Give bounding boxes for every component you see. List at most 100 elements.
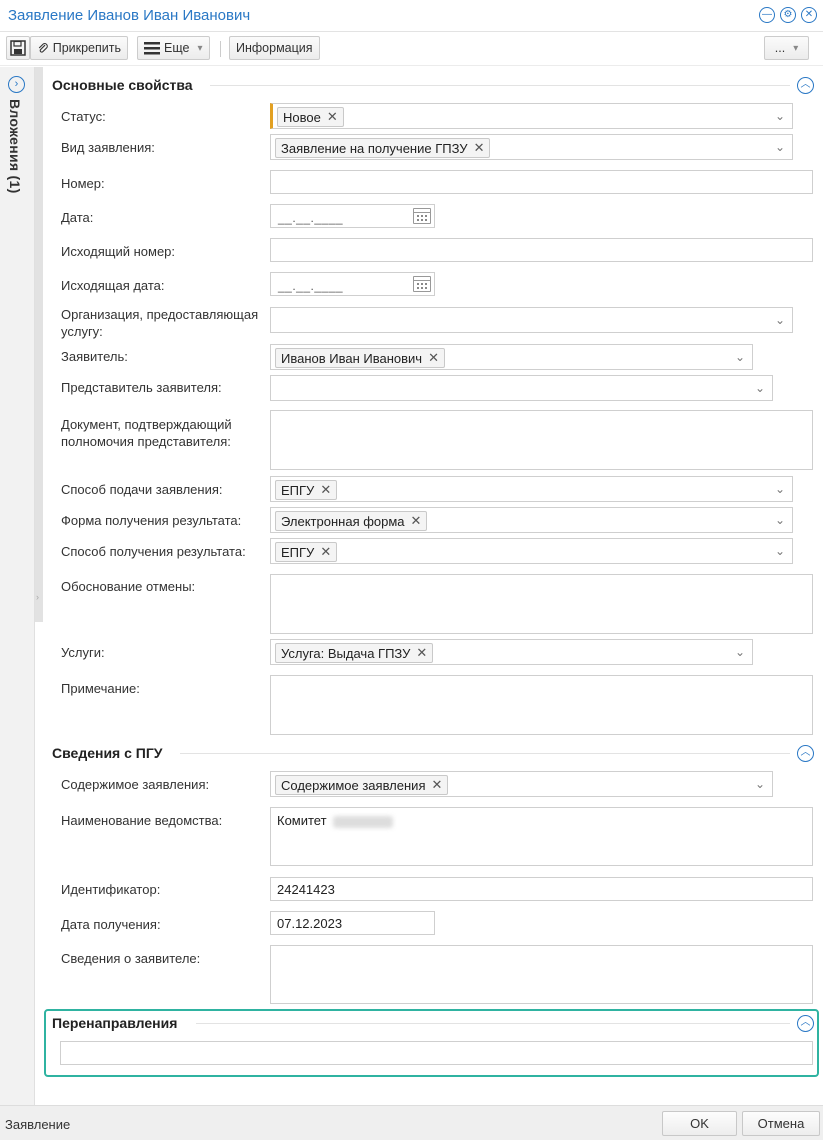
chevron-down-icon[interactable]: ⌄ (774, 544, 786, 558)
content-select[interactable]: Содержимое заявления ✕ ⌄ (270, 771, 773, 797)
chevron-down-icon[interactable]: ⌄ (734, 350, 746, 364)
ellipsis-button[interactable]: ... ▾ (764, 36, 809, 60)
out-number-label: Исходящий номер: (61, 244, 176, 259)
attachments-sidebar: › Вложения (1) (0, 67, 35, 1105)
info-button[interactable]: Информация (229, 36, 320, 60)
result-method-label: Способ получения результата: (61, 544, 246, 559)
type-label: Вид заявления: (61, 140, 155, 155)
chevron-down-icon: ▾ (197, 42, 203, 54)
representative-select[interactable]: ⌄ (270, 375, 773, 401)
calendar-icon[interactable] (413, 276, 431, 292)
services-select[interactable]: Услуга: Выдача ГПЗУ ✕ ⌄ (270, 639, 753, 665)
remove-chip-icon[interactable]: ✕ (320, 544, 331, 560)
collapse-pgu-icon[interactable]: ︿ (797, 745, 814, 762)
chevron-down-icon[interactable]: ⌄ (774, 140, 786, 154)
agency-textarea[interactable]: Комитет (270, 807, 813, 866)
identifier-input[interactable]: 24241423 (270, 877, 813, 901)
result-form-select[interactable]: Электронная форма ✕ ⌄ (270, 507, 793, 533)
result-form-label: Форма получения результата: (61, 513, 242, 528)
services-chip: Услуга: Выдача ГПЗУ ✕ (275, 643, 434, 663)
remove-chip-icon[interactable]: ✕ (411, 513, 422, 529)
redacted-text (332, 815, 393, 828)
applicant-select[interactable]: Иванов Иван Иванович ✕ ⌄ (270, 344, 753, 370)
status-chip: Новое ✕ (277, 107, 344, 127)
out-number-input[interactable] (270, 238, 813, 262)
agency-value: Комитет (277, 813, 393, 828)
cancel-reason-label: Обоснование отмены: (61, 579, 196, 594)
window-title: Заявление Иванов Иван Иванович (8, 7, 251, 24)
section-title-pgu: Сведения с ПГУ (52, 745, 163, 761)
note-textarea[interactable] (270, 675, 813, 735)
save-button[interactable] (6, 36, 30, 60)
settings-icon[interactable]: ⚙ (780, 7, 796, 23)
received-date-input[interactable]: 07.12.2023 (270, 911, 435, 935)
remove-chip-icon[interactable]: ✕ (320, 482, 331, 498)
doc-label: Документ, подтверждающий полномочия пред… (61, 417, 232, 449)
identifier-label: Идентификатор: (61, 882, 161, 897)
received-date-label: Дата получения: (61, 917, 161, 932)
representative-label: Представитель заявителя: (61, 380, 222, 395)
more-label: Еще (164, 41, 190, 55)
doc-textarea[interactable] (270, 410, 813, 470)
date-label: Дата: (61, 210, 94, 225)
number-input[interactable] (270, 170, 813, 194)
org-label: Организация, предоставляющая услугу: (61, 307, 259, 339)
type-select[interactable]: Заявление на получение ГПЗУ ✕ ⌄ (270, 134, 793, 160)
section-divider (210, 85, 790, 86)
info-label: Информация (236, 41, 313, 55)
out-date-label: Исходящая дата: (61, 278, 165, 293)
cancel-reason-textarea[interactable] (270, 574, 813, 634)
submit-method-select[interactable]: ЕПГУ ✕ ⌄ (270, 476, 793, 502)
content-label: Содержимое заявления: (61, 777, 210, 792)
menu-icon (144, 42, 160, 55)
services-label: Услуги: (61, 645, 105, 660)
chevron-down-icon[interactable]: ⌄ (734, 645, 746, 659)
status-bar: Заявление OK Отмена (0, 1105, 823, 1140)
section-title-main: Основные свойства (52, 77, 193, 93)
chevron-down-icon[interactable]: ⌄ (754, 777, 766, 791)
remove-chip-icon[interactable]: ✕ (474, 140, 485, 156)
calendar-icon[interactable] (413, 208, 431, 224)
result-form-chip: Электронная форма ✕ (275, 511, 428, 531)
close-icon[interactable]: ✕ (801, 7, 817, 23)
toolbar: Прикрепить Еще ▾ Информация ... ▾ (0, 32, 823, 66)
attach-button[interactable]: Прикрепить (30, 36, 128, 60)
status-label: Статус: (61, 109, 106, 124)
applicant-label: Заявитель: (61, 349, 128, 364)
section-title-redirect: Перенаправления (52, 1015, 178, 1031)
remove-chip-icon[interactable]: ✕ (327, 109, 338, 125)
splitter[interactable] (35, 67, 43, 622)
content-chip: Содержимое заявления ✕ (275, 775, 449, 795)
cancel-button[interactable]: Отмена (742, 1111, 820, 1136)
ok-button[interactable]: OK (662, 1111, 737, 1136)
org-select[interactable]: ⌄ (270, 307, 793, 333)
status-select[interactable]: Новое ✕ ⌄ (270, 103, 793, 129)
splitter-arrow-icon[interactable]: › (36, 592, 39, 602)
expand-sidebar-icon[interactable]: › (8, 76, 25, 93)
date-input[interactable]: __.__.____ (270, 204, 435, 228)
applicant-info-label: Сведения о заявителе: (61, 951, 201, 966)
chevron-down-icon: ▾ (793, 42, 799, 54)
minimize-icon[interactable]: — (759, 7, 775, 23)
title-bar: Заявление Иванов Иван Иванович — ⚙ ✕ (0, 0, 823, 32)
attachments-label[interactable]: Вложения (1) (7, 99, 23, 194)
applicant-info-textarea[interactable] (270, 945, 813, 1004)
result-method-select[interactable]: ЕПГУ ✕ ⌄ (270, 538, 793, 564)
chevron-down-icon[interactable]: ⌄ (774, 313, 786, 327)
collapse-main-icon[interactable]: ︿ (797, 77, 814, 94)
redirect-input[interactable] (60, 1041, 813, 1065)
remove-chip-icon[interactable]: ✕ (416, 645, 427, 661)
save-icon (10, 40, 26, 56)
chevron-down-icon[interactable]: ⌄ (774, 513, 786, 527)
type-chip: Заявление на получение ГПЗУ ✕ (275, 138, 491, 158)
section-divider (180, 753, 790, 754)
chevron-down-icon[interactable]: ⌄ (754, 381, 766, 395)
number-label: Номер: (61, 176, 105, 191)
more-button[interactable]: Еще ▾ (137, 36, 210, 60)
chevron-down-icon[interactable]: ⌄ (774, 109, 786, 123)
chevron-down-icon[interactable]: ⌄ (774, 482, 786, 496)
out-date-input[interactable]: __.__.____ (270, 272, 435, 296)
remove-chip-icon[interactable]: ✕ (428, 350, 439, 366)
remove-chip-icon[interactable]: ✕ (431, 777, 442, 793)
collapse-redirect-icon[interactable]: ︿ (797, 1015, 814, 1032)
